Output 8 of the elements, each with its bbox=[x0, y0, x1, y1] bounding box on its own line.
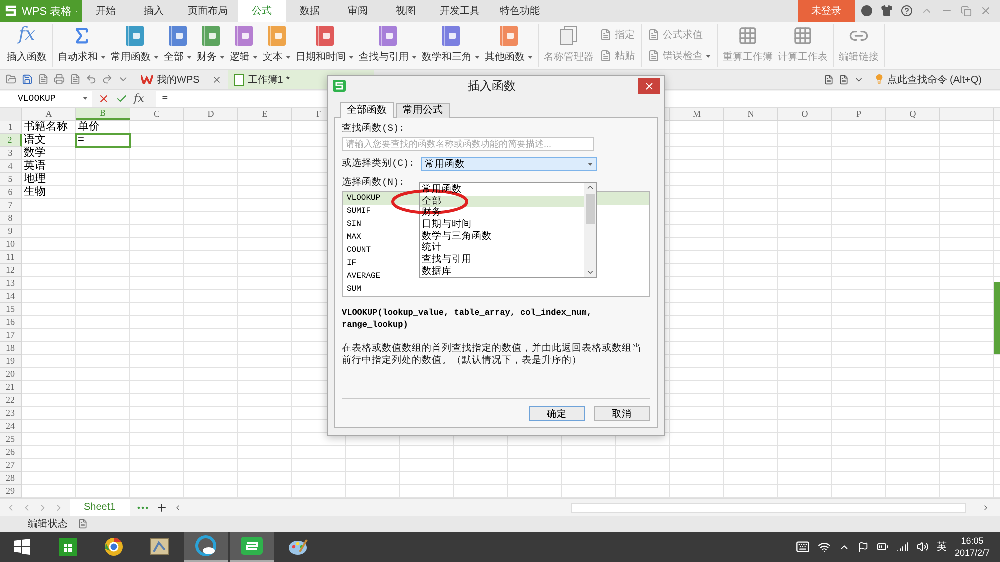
function-icon: fx bbox=[18, 26, 36, 44]
dialog-title: 插入函数 bbox=[467, 78, 517, 94]
category-label: 或选择类别(C): bbox=[342, 157, 415, 170]
function-description: 在表格或数值数组的首列查找指定的数值，并由此返回表格或数组当前行中指定列处的数值。（默认情况下，表是升序的） bbox=[342, 343, 643, 367]
status-text: 编辑状态 bbox=[28, 518, 68, 531]
function-signature: VLOOKUP(lookup_value, table_array, col_index_num, range_lookup) bbox=[342, 307, 593, 331]
function-label: 选择函数(N): bbox=[342, 176, 405, 189]
search-label: 查找函数(S): bbox=[342, 122, 405, 135]
